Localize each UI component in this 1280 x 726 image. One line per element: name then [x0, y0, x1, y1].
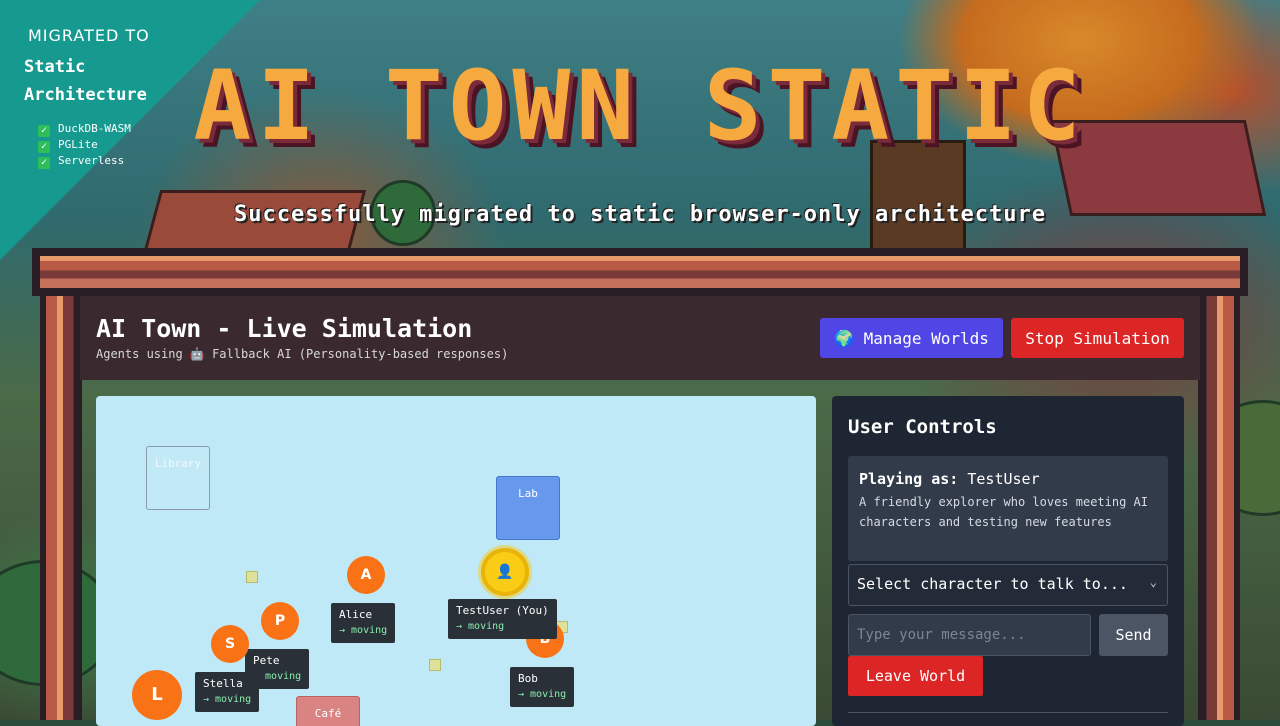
banner-heading: MIGRATED TO [28, 26, 150, 45]
map-object [429, 659, 441, 671]
agent-avatar[interactable]: P [261, 602, 299, 640]
user-status: → moving [456, 621, 505, 632]
user-name: TestUser (You) [456, 604, 549, 617]
agent-avatar[interactable]: A [347, 556, 385, 594]
frame-left [40, 296, 82, 720]
agent-name: Pete [253, 654, 280, 667]
message-input[interactable] [848, 614, 1091, 656]
frame-right [1198, 296, 1240, 720]
divider [848, 712, 1168, 713]
chevron-down-icon: ⌄ [1149, 575, 1157, 589]
banner-line-1: Static [24, 57, 86, 77]
user-avatar[interactable]: 👤 [481, 548, 529, 596]
user-controls-panel: User Controls Playing as: TestUser A fri… [832, 396, 1184, 726]
banner-feature-list: ✓ DuckDB-WASM ✓ PGLite ✓ Serverless [38, 121, 131, 169]
banner-line-2: Architecture [24, 85, 147, 105]
agent-label: Alice → moving [331, 603, 396, 643]
stop-simulation-button[interactable]: Stop Simulation [1011, 318, 1184, 358]
agent-name: Alice [339, 608, 373, 621]
agent-avatar[interactable]: S [211, 625, 249, 663]
agent-label: Stella → moving [195, 672, 260, 712]
town-map[interactable]: Library Lab Café A Alice → moving P Pete… [96, 396, 816, 726]
manage-worlds-button[interactable]: 🌍 Manage Worlds [820, 318, 1003, 358]
agent-status: → moving [203, 694, 252, 705]
banner-feature-item: ✓ Serverless [38, 153, 131, 169]
user-label: TestUser (You) → moving [448, 599, 557, 639]
send-button[interactable]: Send [1099, 614, 1168, 656]
character-description: A friendly explorer who loves meeting AI… [859, 495, 1148, 529]
agent-name: Stella [203, 677, 243, 690]
building-cafe: Café [296, 696, 360, 726]
check-icon: ✓ [38, 125, 50, 137]
playing-as-label: Playing as: [859, 470, 959, 488]
leave-world-button[interactable]: Leave World [848, 656, 983, 696]
agent-name: Bob [518, 672, 538, 685]
character-select-value: Select character to talk to... [857, 575, 1128, 593]
app-header: AI Town - Live Simulation Agents using 🤖… [80, 296, 1200, 380]
banner-feature-item: ✓ PGLite [38, 137, 131, 153]
simulation-app: AI Town - Live Simulation Agents using 🤖… [80, 296, 1200, 726]
playing-as-line: Playing as: TestUser [859, 470, 1040, 488]
check-icon: ✓ [38, 141, 50, 153]
user-controls-title: User Controls [848, 416, 997, 438]
agent-status: → moving [518, 689, 567, 700]
playing-as-name: TestUser [967, 470, 1040, 488]
agent-status: → moving [253, 671, 302, 682]
page-title: AI Town - Live Simulation [96, 314, 473, 343]
character-select[interactable]: Select character to talk to... ⌄ [848, 564, 1168, 606]
banner-feature-item: ✓ DuckDB-WASM [38, 121, 131, 137]
playing-as-card: Playing as: TestUser A friendly explorer… [848, 456, 1168, 561]
frame-top [32, 248, 1248, 296]
map-object [246, 571, 258, 583]
check-icon: ✓ [38, 157, 50, 169]
ai-mode-subtitle: Agents using 🤖 Fallback AI (Personality-… [96, 347, 509, 361]
agent-avatar[interactable]: L [132, 670, 182, 720]
building-library: Library [146, 446, 210, 510]
building-lab: Lab [496, 476, 560, 540]
agent-label: Bob → moving [510, 667, 575, 707]
hero-subtitle: Successfully migrated to static browser-… [234, 202, 1046, 227]
agent-status: → moving [339, 625, 388, 636]
